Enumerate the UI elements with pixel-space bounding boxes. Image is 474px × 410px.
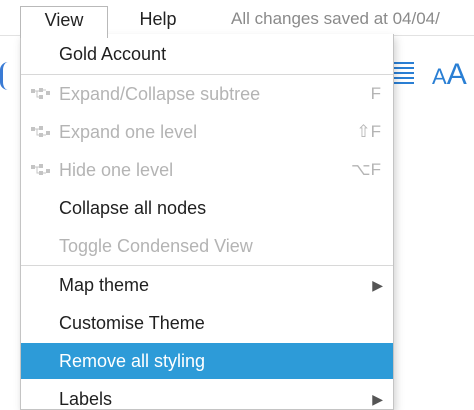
hide-one-level-item: Hide one level ⌥F — [21, 152, 393, 188]
gold-account-item[interactable]: Gold Account — [21, 36, 393, 72]
remove-all-styling-item[interactable]: Remove all styling — [21, 343, 393, 379]
tree-icon — [31, 164, 50, 175]
collapse-all-nodes-label: Collapse all nodes — [59, 198, 207, 218]
hide-one-level-shortcut: ⌥F — [351, 160, 381, 179]
submenu-arrow-icon: ▶ — [372, 391, 383, 407]
menu-bar: View Help All changes saved at 04/04/ — [0, 0, 474, 38]
map-theme-item[interactable]: Map theme ▶ — [21, 267, 393, 303]
font-size-icon[interactable]: AA — [432, 55, 467, 97]
labels-label: Labels — [59, 389, 113, 409]
toolbar-partial-icon[interactable] — [0, 62, 8, 90]
expand-collapse-subtree-shortcut: F — [370, 84, 381, 103]
labels-item[interactable]: Labels ▶ — [21, 381, 393, 409]
toggle-condensed-view-item: Toggle Condensed View — [21, 228, 393, 264]
expand-collapse-subtree-item: Expand/Collapse subtree F — [21, 76, 393, 112]
gold-account-label: Gold Account — [59, 44, 167, 64]
list-icon[interactable] — [394, 62, 414, 88]
view-menu[interactable]: View — [20, 6, 108, 38]
save-status: All changes saved at 04/04/ — [231, 9, 440, 28]
collapse-all-nodes-item[interactable]: Collapse all nodes — [21, 190, 393, 226]
menu-divider — [21, 265, 393, 266]
tree-icon — [31, 88, 50, 99]
submenu-arrow-icon: ▶ — [372, 277, 383, 293]
expand-one-level-label: Expand one level — [59, 122, 198, 142]
expand-one-level-shortcut: ⇧F — [356, 122, 381, 141]
help-menu[interactable]: Help — [128, 6, 188, 34]
hide-one-level-label: Hide one level — [59, 160, 174, 180]
menu-divider — [21, 74, 393, 75]
map-theme-label: Map theme — [59, 275, 150, 295]
customise-theme-label: Customise Theme — [59, 313, 205, 333]
toggle-condensed-view-label: Toggle Condensed View — [59, 236, 253, 256]
tree-icon — [31, 126, 50, 137]
expand-collapse-subtree-label: Expand/Collapse subtree — [59, 84, 261, 104]
remove-all-styling-label: Remove all styling — [59, 351, 206, 371]
customise-theme-item[interactable]: Customise Theme — [21, 305, 393, 341]
view-dropdown-menu: Gold Account Expand/Collapse subtree F E… — [20, 34, 394, 410]
expand-one-level-item: Expand one level ⇧F — [21, 114, 393, 150]
